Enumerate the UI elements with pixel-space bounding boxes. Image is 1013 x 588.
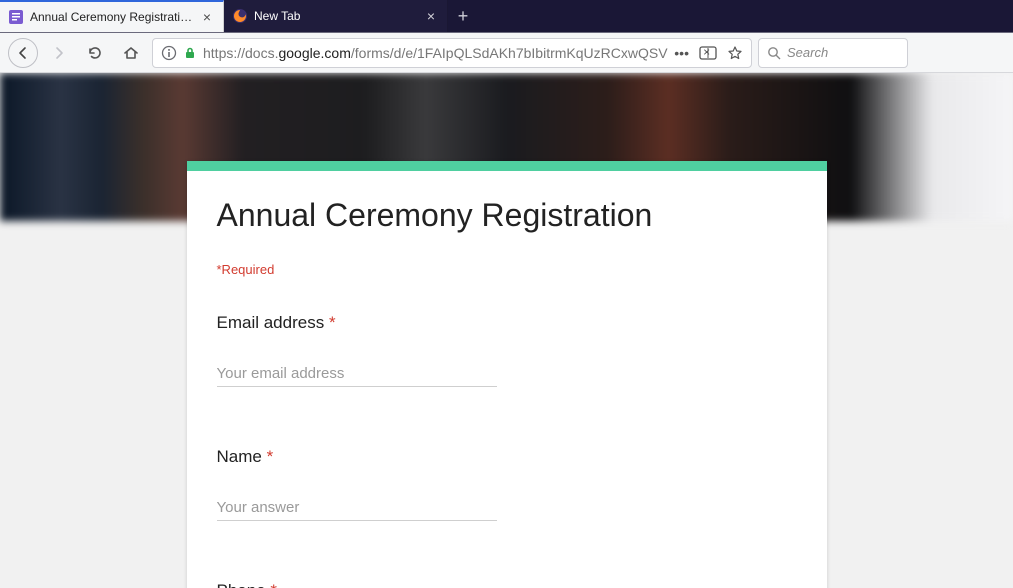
question-label: Phone * xyxy=(217,581,797,588)
tab-active[interactable]: Annual Ceremony Registration × xyxy=(0,0,224,32)
lock-icon xyxy=(183,46,197,60)
question-label: Name * xyxy=(217,447,797,467)
reload-button[interactable] xyxy=(80,38,110,68)
question-phone: Phone * xyxy=(217,581,797,588)
email-field[interactable] xyxy=(217,361,497,387)
info-icon[interactable] xyxy=(161,45,177,61)
search-icon xyxy=(767,46,781,60)
toolbar: https://docs.google.com/forms/d/e/1FAIpQ… xyxy=(0,33,1013,73)
tab-title: Annual Ceremony Registration xyxy=(30,10,193,24)
form-card: Annual Ceremony Registration *Required E… xyxy=(187,161,827,588)
close-icon[interactable]: × xyxy=(199,9,215,25)
new-tab-button[interactable]: + xyxy=(448,0,478,32)
question-name: Name * xyxy=(217,447,797,521)
search-bar[interactable]: Search xyxy=(758,38,908,68)
page-viewport: Annual Ceremony Registration *Required E… xyxy=(0,73,1013,588)
home-button[interactable] xyxy=(116,38,146,68)
required-note: *Required xyxy=(217,262,797,277)
url-bar[interactable]: https://docs.google.com/forms/d/e/1FAIpQ… xyxy=(152,38,752,68)
tab-strip: Annual Ceremony Registration × New Tab ×… xyxy=(0,0,1013,33)
back-button[interactable] xyxy=(8,38,38,68)
form-title: Annual Ceremony Registration xyxy=(217,197,797,234)
url-text: https://docs.google.com/forms/d/e/1FAIpQ… xyxy=(203,45,668,61)
firefox-icon xyxy=(232,8,248,24)
question-label: Email address * xyxy=(217,313,797,333)
name-field[interactable] xyxy=(217,495,497,521)
page-actions-icon[interactable]: ••• xyxy=(674,45,689,61)
tab-title: New Tab xyxy=(254,9,417,23)
google-forms-icon xyxy=(8,9,24,25)
forward-button xyxy=(44,38,74,68)
question-email: Email address * xyxy=(217,313,797,387)
reader-mode-icon[interactable] xyxy=(699,45,717,61)
tab-inactive[interactable]: New Tab × xyxy=(224,0,448,32)
search-placeholder: Search xyxy=(787,45,828,60)
close-icon[interactable]: × xyxy=(423,8,439,24)
bookmark-icon[interactable] xyxy=(727,45,743,61)
